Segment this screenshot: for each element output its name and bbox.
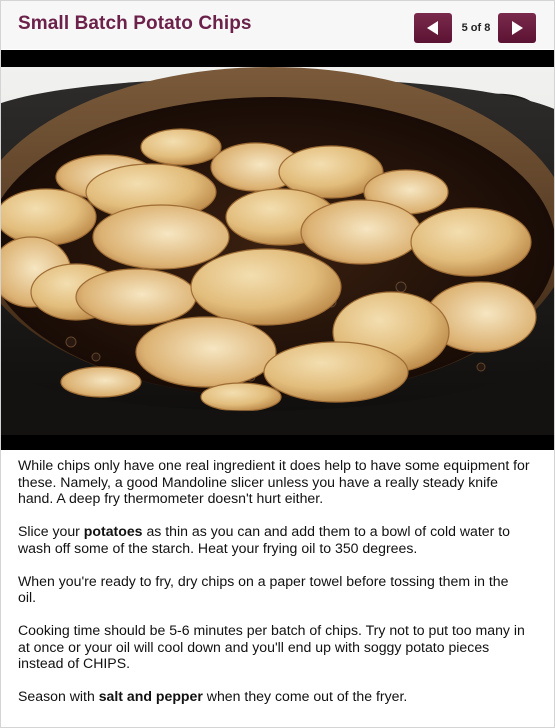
description-paragraph: When you're ready to fry, dry chips on a… [18,572,509,606]
slideshow-panel: Small Batch Potato Chips 5 of 8 While ch… [0,0,555,728]
previous-slide-button[interactable] [414,13,452,43]
salt-pepper-text: salt and pepper [98,688,203,705]
slide-title: Small Batch Potato Chips [18,13,252,34]
slide-counter: 5 of 8 [461,22,491,34]
next-slide-button[interactable] [498,13,536,43]
left-triangle-icon [427,21,438,35]
description-paragraph: Cooking time should be 5-6 minutes per b… [18,621,525,672]
description-paragraph: Season with salt and pepper when they co… [18,688,408,705]
slide-description: While chips only have one real ingredien… [18,457,530,721]
slideshow-header: Small Batch Potato Chips 5 of 8 [1,1,554,49]
description-paragraph: While chips only have one real ingredien… [18,457,530,507]
description-paragraph: Slice your potatoes as thin as you can a… [18,523,510,556]
slide-photo-frame [1,50,554,450]
potato-chips-frying-photo [1,67,554,435]
potatoes-link-text: potatoes [83,523,143,540]
right-triangle-icon [512,21,523,35]
